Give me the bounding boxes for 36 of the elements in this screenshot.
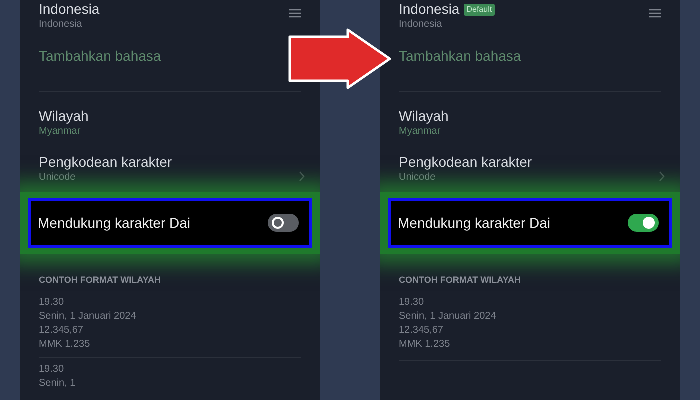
format-example: 19.30 (38, 296, 66, 310)
drag-handle-icon[interactable] (289, 9, 301, 18)
format-example: MMK 1.235 (398, 338, 452, 352)
add-language-link[interactable]: Tambahkan bahasa (399, 48, 522, 64)
language-subtitle: Indonesia (399, 18, 444, 31)
default-tag: Default (464, 4, 496, 16)
encoding-label: Pengkodean karakter (39, 154, 172, 171)
section-header: CONTOH FORMAT WILAYAH (398, 274, 522, 287)
language-name: Indonesia (39, 1, 100, 18)
format-example: 12.345,67 (398, 324, 444, 338)
region-label: Wilayah (39, 108, 90, 125)
setting-label: Mendukung karakter Dai (38, 214, 191, 233)
encoding-value: Unicode (399, 171, 437, 184)
format-example: Senin, 1 Januari 2024 (38, 310, 138, 324)
add-language-link[interactable]: Tambahkan bahasa (39, 48, 162, 64)
format-example: Senin, 1 (38, 376, 77, 390)
toggle-switch[interactable] (628, 214, 659, 232)
format-example: Senin, 1 Januari 2024 (398, 310, 498, 324)
format-example: 19.30 (398, 296, 426, 310)
drag-handle-icon[interactable] (649, 9, 661, 18)
region-value: Myanmar (39, 125, 82, 138)
encoding-label: Pengkodean karakter (399, 154, 532, 171)
format-example: MMK 1.235 (38, 338, 92, 352)
toggle-switch[interactable] (268, 214, 299, 232)
chevron-right-icon (299, 170, 305, 182)
section-header: CONTOH FORMAT WILAYAH (38, 274, 162, 287)
language-subtitle: Indonesia (39, 18, 84, 31)
format-example: 12.345,67 (38, 324, 84, 338)
format-example: 19.30 (38, 362, 66, 376)
setting-label: Mendukung karakter Dai (398, 214, 551, 233)
language-name: Indonesia (399, 1, 460, 18)
chevron-right-icon (659, 170, 665, 182)
region-value: Myanmar (399, 125, 442, 138)
encoding-value: Unicode (39, 171, 77, 184)
region-label: Wilayah (399, 108, 450, 125)
arrow-icon (288, 28, 392, 90)
